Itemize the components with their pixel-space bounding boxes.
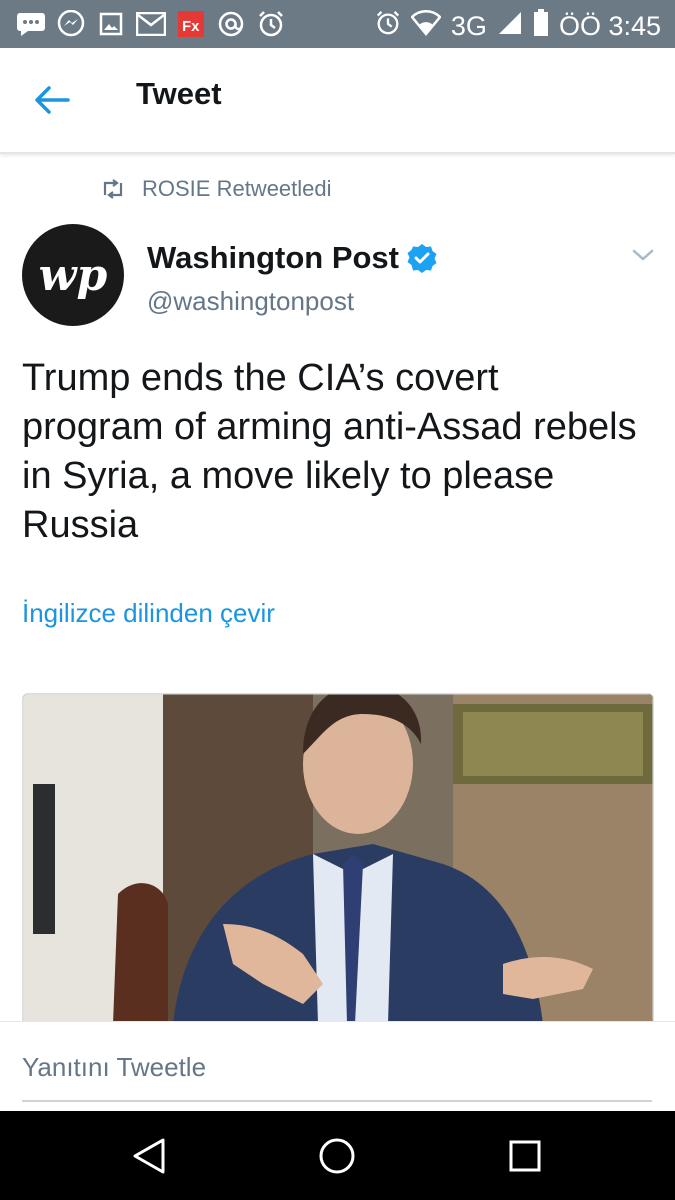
- wifi-icon: [410, 10, 442, 43]
- system-navigation-bar: [0, 1111, 675, 1200]
- signal-icon: [497, 10, 523, 43]
- author-name-row[interactable]: Washington Post: [147, 240, 437, 276]
- avatar-logo: wp: [38, 249, 108, 301]
- circle-home-icon: [319, 1138, 355, 1174]
- network-type: 3G: [450, 11, 487, 41]
- photo-illustration: [23, 694, 653, 1024]
- svg-text:Fx: Fx: [182, 18, 200, 35]
- avatar[interactable]: wp: [22, 224, 124, 326]
- translate-link[interactable]: İngilizce dilinden çevir: [22, 598, 275, 629]
- fx-icon: Fx: [176, 9, 206, 39]
- author-handle[interactable]: @washingtonpost: [147, 286, 354, 317]
- page-title: Tweet: [136, 76, 222, 111]
- verified-badge-icon: [407, 244, 437, 273]
- arrow-left-icon: [35, 86, 70, 114]
- system-status: 3G ÖÖ 3:45: [375, 9, 661, 44]
- notification-icons: Fx: [16, 9, 286, 39]
- at-icon: [216, 9, 246, 39]
- status-bar: Fx 3G ÖÖ 3:45: [0, 0, 675, 48]
- nav-recents-button[interactable]: [502, 1133, 548, 1179]
- chevron-down-icon: [632, 249, 654, 261]
- divider: [22, 1100, 652, 1102]
- nav-back-button[interactable]: [126, 1133, 172, 1179]
- retweet-label: ROSIE Retweetledi: [142, 176, 332, 201]
- messenger-icon: [56, 9, 86, 39]
- nav-home-button[interactable]: [314, 1133, 360, 1179]
- tweet-text: Trump ends the CIA’s covert program of a…: [22, 357, 637, 546]
- image-icon: [96, 9, 126, 39]
- tweet-menu-button[interactable]: [630, 242, 656, 268]
- triangle-back-icon: [133, 1138, 165, 1174]
- alarm-icon: [375, 10, 401, 43]
- back-button[interactable]: [30, 78, 74, 122]
- chat-icon: [16, 9, 46, 39]
- square-recents-icon: [509, 1140, 541, 1172]
- tweet-media-image[interactable]: [22, 693, 654, 1025]
- battery-icon: [533, 9, 549, 44]
- author-name: Washington Post: [147, 240, 399, 275]
- app-bar: Tweet: [0, 48, 675, 154]
- reply-input[interactable]: Yanıtını Tweetle: [22, 1052, 206, 1083]
- gmail-icon: [136, 9, 166, 39]
- reply-composer: Yanıtını Tweetle: [0, 1021, 675, 1112]
- alarm-icon: [256, 9, 286, 39]
- retweet-context[interactable]: ROSIE Retweetledi: [100, 176, 332, 202]
- clock: ÖÖ 3:45: [558, 11, 661, 41]
- retweet-icon: [103, 179, 123, 199]
